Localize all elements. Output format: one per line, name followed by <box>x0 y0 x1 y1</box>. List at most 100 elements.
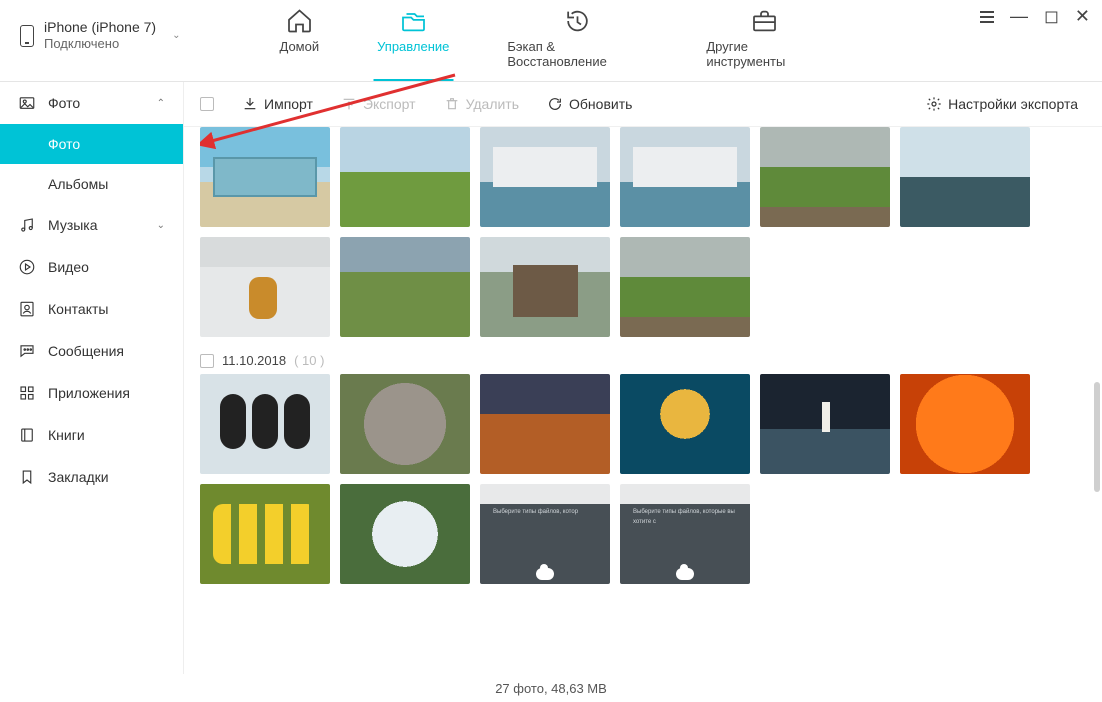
photo-grid: Выберите типы файлов, котор Выберите тип… <box>200 374 1086 584</box>
import-label: Импорт <box>264 96 313 112</box>
device-name: iPhone (iPhone 7) <box>44 18 156 36</box>
cloud-icon <box>676 568 694 580</box>
photo-thumbnail[interactable]: Выберите типы файлов, котор <box>480 484 610 584</box>
photo-thumbnail[interactable] <box>200 374 330 474</box>
minimize-button[interactable]: — <box>1010 6 1028 27</box>
refresh-icon <box>547 96 563 112</box>
upload-icon <box>341 96 357 112</box>
photo-thumbnail[interactable] <box>620 374 750 474</box>
photo-thumbnail[interactable] <box>340 127 470 227</box>
sidebar-item-apps-label: Приложения <box>48 385 130 401</box>
photo-thumbnail[interactable] <box>480 374 610 474</box>
apps-icon <box>18 384 36 402</box>
group-count: ( 10 ) <box>294 353 324 368</box>
tab-backup[interactable]: Бэкап & Восстановление <box>503 0 652 81</box>
screenshot-caption: Выберите типы файлов, которые вы хотите … <box>633 508 737 527</box>
sidebar-item-bookmarks-label: Закладки <box>48 469 109 485</box>
device-selector[interactable]: iPhone (iPhone 7) Подключено ⌄ <box>0 0 190 53</box>
status-summary: 27 фото, 48,63 MB <box>495 681 607 696</box>
sidebar-item-contacts[interactable]: Контакты <box>0 288 183 330</box>
photo-thumbnail[interactable] <box>900 127 1030 227</box>
image-icon <box>18 94 36 112</box>
sidebar-item-video[interactable]: Видео <box>0 246 183 288</box>
chat-icon <box>18 342 36 360</box>
contacts-icon <box>18 300 36 318</box>
photo-scroll-area[interactable]: 11.10.2018 ( 10 ) Выберите типы файлов, … <box>184 127 1102 600</box>
sidebar-section-photo[interactable]: Фото ⌃ <box>0 82 183 124</box>
photo-thumbnail[interactable] <box>200 484 330 584</box>
photo-thumbnail[interactable] <box>340 484 470 584</box>
select-all-checkbox[interactable] <box>200 97 214 111</box>
phone-icon <box>20 25 34 47</box>
tab-tools-label: Другие инструменты <box>706 39 822 69</box>
photo-thumbnail[interactable]: Выберите типы файлов, которые вы хотите … <box>620 484 750 584</box>
sidebar-item-albums-label: Альбомы <box>48 176 108 192</box>
chevron-up-icon: ⌃ <box>157 98 165 109</box>
screenshot-caption: Выберите типы файлов, котор <box>493 508 597 518</box>
gear-icon <box>926 96 942 112</box>
refresh-label: Обновить <box>569 96 632 112</box>
tab-tools[interactable]: Другие инструменты <box>702 0 826 81</box>
menu-icon[interactable] <box>980 11 994 23</box>
content-area: Импорт Экспорт Удалить Обновить Настройк… <box>184 82 1102 674</box>
maximize-button[interactable]: ◻ <box>1044 6 1059 27</box>
photo-thumbnail[interactable] <box>480 127 610 227</box>
sidebar-item-books[interactable]: Книги <box>0 414 183 456</box>
export-settings-button[interactable]: Настройки экспорта <box>926 96 1078 112</box>
tab-backup-label: Бэкап & Восстановление <box>507 39 648 69</box>
toolbar: Импорт Экспорт Удалить Обновить Настройк… <box>184 82 1102 127</box>
trash-icon <box>444 96 460 112</box>
music-icon <box>18 216 36 234</box>
export-settings-label: Настройки экспорта <box>948 96 1078 112</box>
sidebar-item-albums[interactable]: Альбомы <box>0 164 183 204</box>
play-icon <box>18 258 36 276</box>
import-button[interactable]: Импорт <box>242 96 313 112</box>
photo-thumbnail[interactable] <box>900 374 1030 474</box>
scrollbar-thumb[interactable] <box>1094 382 1100 492</box>
window-controls: — ◻ ✕ <box>980 6 1090 27</box>
export-button[interactable]: Экспорт <box>341 96 416 112</box>
top-tabs: Домой Управление Бэкап & Восстановление … <box>276 0 827 81</box>
refresh-button[interactable]: Обновить <box>547 96 632 112</box>
photo-thumbnail[interactable] <box>760 374 890 474</box>
photo-thumbnail[interactable] <box>200 237 330 337</box>
book-icon <box>18 426 36 444</box>
photo-thumbnail[interactable] <box>200 127 330 227</box>
main-area: Фото ⌃ Фото Альбомы Музыка ⌄ Видео Конта… <box>0 82 1102 674</box>
date-group-header[interactable]: 11.10.2018 ( 10 ) <box>200 353 1086 368</box>
photo-thumbnail[interactable] <box>620 127 750 227</box>
photo-thumbnail[interactable] <box>480 237 610 337</box>
delete-button[interactable]: Удалить <box>444 96 519 112</box>
sidebar-item-apps[interactable]: Приложения <box>0 372 183 414</box>
tab-home[interactable]: Домой <box>276 0 324 81</box>
group-date: 11.10.2018 <box>222 353 286 368</box>
toolbox-icon <box>749 7 779 35</box>
close-button[interactable]: ✕ <box>1075 6 1090 27</box>
sidebar-item-photos[interactable]: Фото <box>0 124 183 164</box>
bookmark-icon <box>18 468 36 486</box>
photo-thumbnail[interactable] <box>340 374 470 474</box>
photo-thumbnail[interactable] <box>620 237 750 337</box>
group-checkbox[interactable] <box>200 354 214 368</box>
cloud-icon <box>536 568 554 580</box>
sidebar-item-contacts-label: Контакты <box>48 301 108 317</box>
restore-icon <box>563 7 593 35</box>
photo-grid <box>200 127 1086 337</box>
tab-manage[interactable]: Управление <box>373 0 453 81</box>
sidebar-item-bookmarks[interactable]: Закладки <box>0 456 183 498</box>
sidebar-item-music-label: Музыка <box>48 217 98 233</box>
photo-thumbnail[interactable] <box>340 237 470 337</box>
chevron-down-icon: ⌄ <box>157 220 165 231</box>
app-header: iPhone (iPhone 7) Подключено ⌄ Домой Упр… <box>0 0 1102 82</box>
photo-thumbnail[interactable] <box>760 127 890 227</box>
sidebar-item-video-label: Видео <box>48 259 89 275</box>
sidebar-section-photo-label: Фото <box>48 95 80 111</box>
device-text: iPhone (iPhone 7) Подключено <box>44 18 156 53</box>
tab-manage-label: Управление <box>377 39 449 54</box>
sidebar-item-messages-label: Сообщения <box>48 343 124 359</box>
sidebar-item-messages[interactable]: Сообщения <box>0 330 183 372</box>
export-label: Экспорт <box>363 96 416 112</box>
sidebar-item-books-label: Книги <box>48 427 85 443</box>
sidebar-item-music[interactable]: Музыка ⌄ <box>0 204 183 246</box>
chevron-down-icon[interactable]: ⌄ <box>172 30 180 41</box>
